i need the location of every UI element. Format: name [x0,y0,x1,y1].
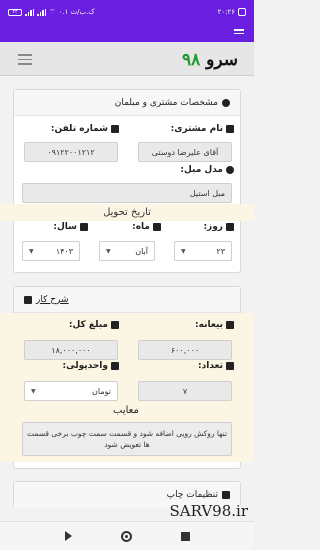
customer-card-header: مشخصات مشتری و مبلمان [14,90,240,116]
defects-label: معایب [113,405,139,416]
calendar-check-icon [153,223,161,231]
hamburger-menu-button[interactable] [18,54,32,68]
calendar-x-icon [80,223,88,231]
system-nav-bar [0,521,254,550]
app-notification-icon [238,8,246,16]
status-bar: ۴۲ ⌔ ۰.۱ ک.ب/ث ۲۰:۲۶ [0,0,254,24]
signal-icon [25,8,34,16]
chevron-down-icon: ▼ [106,247,111,255]
count-label: تعداد: [198,361,234,371]
day-select-value: ۲۳ [216,246,225,256]
back-button[interactable] [64,531,72,541]
chevron-down-icon: ▼ [31,387,36,395]
app-header: سرو ۹۸ [0,42,254,76]
model-field[interactable]: مبل استیل [22,183,232,203]
status-right: ۲۰:۲۶ [218,8,246,16]
wifi-icon: ⌔ [49,7,56,16]
currency-label: واحدپولی: [63,361,119,371]
phone-label-text: شماره تلفن: [50,124,108,134]
currency-select[interactable]: ▼ تومان [24,381,118,401]
model-label: مدل مبل: [180,165,234,175]
customer-name-field[interactable]: آقای علیرضا دوستی [138,142,232,162]
chevron-down-icon: ▼ [181,247,186,255]
month-select-value: آبان [135,246,148,256]
recents-button[interactable] [180,531,190,541]
phone-field[interactable]: ۰۹۱۲۲۰۰۱۲۱۲ [24,142,118,162]
couch-icon [226,166,234,174]
count-icon [226,362,234,370]
day-label: روز: [203,222,234,232]
brand-logo: سرو ۹۸ [182,50,238,70]
signal-icon-2 [37,8,46,16]
print-settings-title: تنظیمات چاپ [166,490,218,500]
money-bill-icon [111,321,119,329]
calendar-icon [226,223,234,231]
battery-icon: ۴۲ [8,8,22,16]
brand-name: سرو [206,50,238,70]
month-label: ماه: [132,222,161,232]
day-label-text: روز: [203,222,223,232]
year-select[interactable]: ▼ ۱۴۰۳ [22,241,80,261]
currency-select-value: تومان [92,386,111,396]
user-icon [226,125,234,133]
year-label-text: سال: [53,222,77,232]
deposit-label-text: بیعانه: [195,320,223,330]
phone-label: شماره تلفن: [51,124,119,134]
count-label-text: تعداد: [198,361,223,371]
delivery-date-band: تاریخ تحویل [0,204,254,221]
work-card-header: شرح کار [14,287,240,313]
total-label-text: مبلغ کل: [68,320,108,330]
model-label-text: مدل مبل: [180,165,223,175]
app-topbar [0,24,254,42]
phone-icon [111,125,119,133]
month-select[interactable]: ▼ آبان [99,241,155,261]
customer-name-label-text: نام مشتری: [170,124,223,134]
deposit-field[interactable]: ۶۰۰,۰۰۰ [138,340,232,360]
chevron-down-icon: ▼ [29,247,34,255]
menu-icon[interactable] [234,29,244,36]
total-field[interactable]: ۱۸,۰۰۰,۰۰۰ [24,340,118,360]
home-button[interactable] [120,530,132,542]
month-label-text: ماه: [132,222,150,232]
status-left: ۴۲ ⌔ ۰.۱ ک.ب/ث [8,8,95,17]
customer-name-label: نام مشتری: [171,124,234,134]
rocket-icon [24,295,32,304]
total-label: مبلغ کل: [69,320,119,330]
network-speed: ۰.۱ ک.ب/ث [58,8,95,16]
site-watermark: SARV98.ir [169,502,248,520]
brand-number: ۹۸ [181,50,201,70]
time-text: ۲۰:۲۶ [217,8,235,16]
bookmark-icon [111,362,119,370]
user-circle-icon [222,98,230,107]
customer-card-title: مشخصات مشتری و مبلمان [114,97,218,108]
year-label: سال: [53,222,88,232]
battery-level: ۴۲ [12,9,18,15]
printer-icon [222,491,230,499]
money-icon [226,321,234,329]
defects-textarea[interactable]: تنها روکش رویی اضافه شود و قسمت سمت چوب … [22,422,232,456]
year-select-value: ۱۴۰۳ [55,246,73,256]
count-field[interactable]: ۷ [138,381,232,401]
work-card-title: شرح کار [36,294,69,305]
currency-label-text: واحدپولی: [62,361,108,371]
day-select[interactable]: ▼ ۲۳ [174,241,232,261]
deposit-label: بیعانه: [195,320,234,330]
